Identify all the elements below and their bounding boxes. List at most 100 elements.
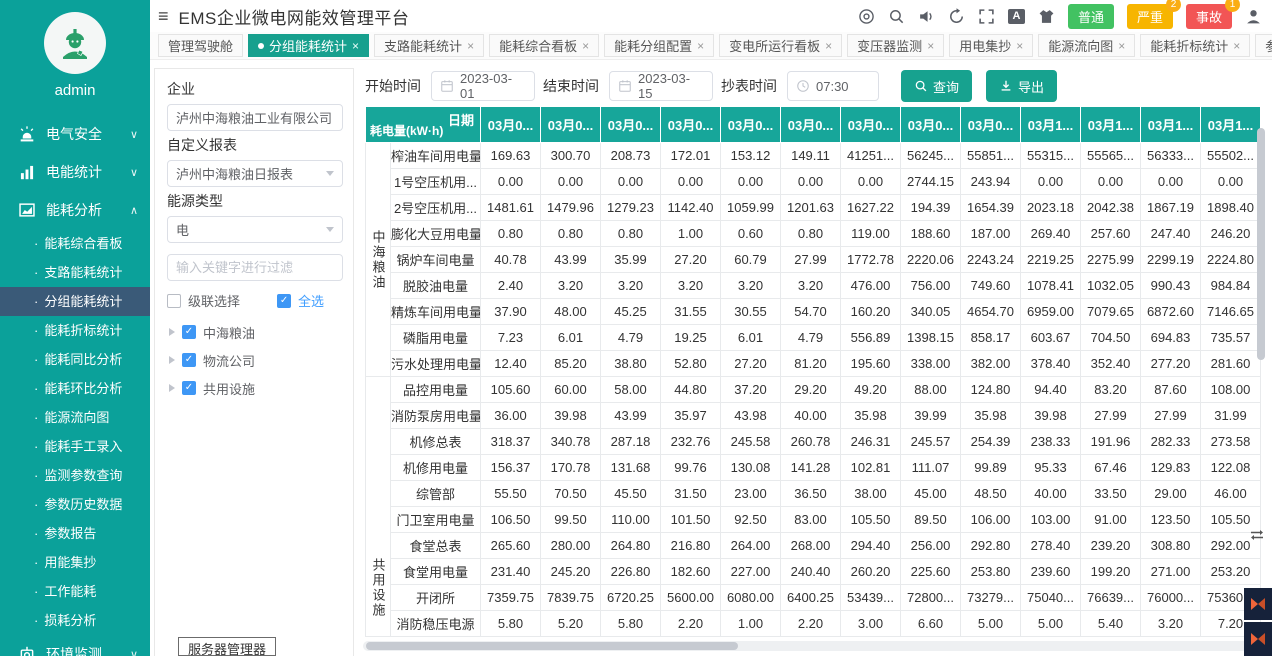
sidebar-item-参数历史数据[interactable]: ·参数历史数据	[0, 490, 150, 519]
vertical-scrollbar[interactable]	[1257, 128, 1265, 360]
sidebar-item-用能集抄[interactable]: ·用能集抄	[0, 548, 150, 577]
sidebar-item-能耗同比分析[interactable]: ·能耗同比分析	[0, 345, 150, 374]
sidebar-menu-能耗分析[interactable]: 能耗分析∧	[0, 191, 150, 229]
report-select[interactable]	[167, 160, 343, 187]
alarm-badge-1[interactable]: 严重2	[1127, 4, 1173, 29]
sidebar-menu-环境监测[interactable]: 环境监测∨	[0, 635, 150, 656]
caret-right-icon[interactable]	[169, 328, 175, 336]
close-icon[interactable]: ×	[825, 39, 832, 53]
sidebar-item-能耗综合看板[interactable]: ·能耗综合看板	[0, 229, 150, 258]
row-label: 污水处理用电量	[391, 351, 481, 377]
close-icon[interactable]: ×	[1016, 39, 1023, 53]
value-cell: 36.00	[481, 403, 541, 429]
meter-time-input[interactable]: 07:30	[787, 71, 879, 101]
tab-能耗分组配置[interactable]: 能耗分组配置×	[604, 34, 714, 57]
end-date-input[interactable]: 2023-03-15	[609, 71, 713, 101]
tree-filter-input[interactable]	[167, 254, 343, 281]
submenu-label: 分组能耗统计	[44, 294, 122, 309]
tab-参数报告[interactable]: 参数报告×	[1255, 34, 1272, 57]
tab-能耗综合看板[interactable]: 能耗综合看板×	[489, 34, 599, 57]
cascade-checkbox[interactable]	[167, 294, 181, 308]
alarm-badge-2[interactable]: 事故1	[1186, 4, 1232, 29]
value-cell: 232.76	[661, 429, 721, 455]
value-cell: 110.00	[601, 507, 661, 533]
close-icon[interactable]: ×	[467, 39, 474, 53]
value-cell: 75040...	[1021, 585, 1081, 611]
speaker-icon[interactable]	[918, 8, 935, 25]
tab-label: 变压器监测	[857, 36, 922, 55]
value-cell: 108.00	[1201, 377, 1261, 403]
sidebar-item-支路能耗统计[interactable]: ·支路能耗统计	[0, 258, 150, 287]
start-date-input[interactable]: 2023-03-01	[431, 71, 535, 101]
fullscreen-icon[interactable]	[978, 8, 995, 25]
caret-right-icon[interactable]	[169, 384, 175, 392]
tab-分组能耗统计[interactable]: 分组能耗统计×	[248, 34, 369, 57]
sidebar-item-分组能耗统计[interactable]: ·分组能耗统计	[0, 287, 150, 316]
tab-变电所运行看板[interactable]: 变电所运行看板×	[719, 34, 842, 57]
export-button[interactable]: 导出	[986, 70, 1057, 102]
tree-node-物流公司[interactable]: 物流公司	[167, 346, 343, 374]
close-icon[interactable]: ×	[1233, 39, 1240, 53]
value-cell: 48.00	[541, 299, 601, 325]
tree-node-中海粮油[interactable]: 中海粮油	[167, 318, 343, 346]
tab-用电集抄[interactable]: 用电集抄×	[949, 34, 1033, 57]
sidebar-menu-电气安全[interactable]: 电气安全∨	[0, 115, 150, 153]
avatar[interactable]	[44, 12, 106, 74]
close-icon[interactable]: ×	[352, 39, 359, 53]
value-cell: 35.99	[601, 247, 661, 273]
tab-能源流向图[interactable]: 能源流向图×	[1038, 34, 1135, 57]
value-cell: 153.12	[721, 143, 781, 169]
value-cell: 101.50	[661, 507, 721, 533]
tab-变压器监测[interactable]: 变压器监测 ×	[847, 34, 944, 57]
submenu-label: 工作能耗	[44, 584, 96, 599]
tab-能耗折标统计[interactable]: 能耗折标统计×	[1140, 34, 1250, 57]
submenu-label: 能源流向图	[44, 410, 109, 425]
search-icon[interactable]	[888, 8, 905, 25]
tab-管理驾驶舱[interactable]: 管理驾驶舱	[158, 34, 243, 57]
column-settings-icon[interactable]	[1249, 527, 1265, 543]
tree-checkbox[interactable]	[182, 353, 196, 367]
sidebar-menu: 电气安全∨电能统计∨能耗分析∧·能耗综合看板·支路能耗统计·分组能耗统计·能耗折…	[0, 115, 150, 656]
calendar-icon	[618, 79, 632, 93]
company-input[interactable]	[167, 104, 343, 131]
alarm-badge-0[interactable]: 普通	[1068, 4, 1114, 29]
close-icon[interactable]: ×	[582, 39, 589, 53]
sidebar-item-能耗手工录入[interactable]: ·能耗手工录入	[0, 432, 150, 461]
sidebar-menu-电能统计[interactable]: 电能统计∨	[0, 153, 150, 191]
value-cell: 1032.05	[1081, 273, 1141, 299]
tab-支路能耗统计[interactable]: 支路能耗统计 ×	[374, 34, 484, 57]
close-icon[interactable]: ×	[927, 39, 934, 53]
row-label: 食堂总表	[391, 533, 481, 559]
refresh-icon[interactable]	[948, 8, 965, 25]
horizontal-scrollbar[interactable]	[363, 641, 1258, 651]
close-icon[interactable]: ×	[1118, 39, 1125, 53]
tree-node-共用设施[interactable]: 共用设施	[167, 374, 343, 402]
select-all-label[interactable]: 全选	[298, 291, 324, 310]
tree-checkbox[interactable]	[182, 381, 196, 395]
float-marker-button[interactable]	[1244, 588, 1272, 620]
caret-right-icon[interactable]	[169, 356, 175, 364]
tabbar: 管理驾驶舱分组能耗统计×支路能耗统计×能耗综合看板×能耗分组配置×变电所运行看板…	[150, 32, 1272, 60]
tree-checkbox[interactable]	[182, 325, 196, 339]
theme-shirt-icon[interactable]	[1038, 8, 1055, 25]
tab-label: 支路能耗统计	[384, 36, 462, 55]
float-marker-button[interactable]	[1244, 622, 1272, 656]
sidebar-item-损耗分析[interactable]: ·损耗分析	[0, 606, 150, 635]
hamburger-icon[interactable]: ≡	[158, 6, 169, 27]
user-icon[interactable]	[1245, 8, 1262, 25]
select-all-checkbox[interactable]	[277, 294, 291, 308]
close-icon[interactable]: ×	[697, 39, 704, 53]
dot-circle-icon[interactable]	[858, 8, 875, 25]
font-size-icon[interactable]: A	[1008, 9, 1025, 24]
query-button[interactable]: 查询	[901, 70, 972, 102]
submenu-label: 损耗分析	[44, 613, 96, 628]
sidebar-item-参数报告[interactable]: ·参数报告	[0, 519, 150, 548]
sidebar-item-能耗环比分析[interactable]: ·能耗环比分析	[0, 374, 150, 403]
sidebar-item-工作能耗[interactable]: ·工作能耗	[0, 577, 150, 606]
date-column-header: 03月0...	[721, 107, 781, 143]
energy-type-select[interactable]	[167, 216, 343, 243]
sidebar-item-监测参数查询[interactable]: ·监测参数查询	[0, 461, 150, 490]
sidebar-item-能耗折标统计[interactable]: ·能耗折标统计	[0, 316, 150, 345]
sidebar-item-能源流向图[interactable]: · 能源流向图	[0, 403, 150, 432]
bullet: ·	[34, 410, 38, 425]
